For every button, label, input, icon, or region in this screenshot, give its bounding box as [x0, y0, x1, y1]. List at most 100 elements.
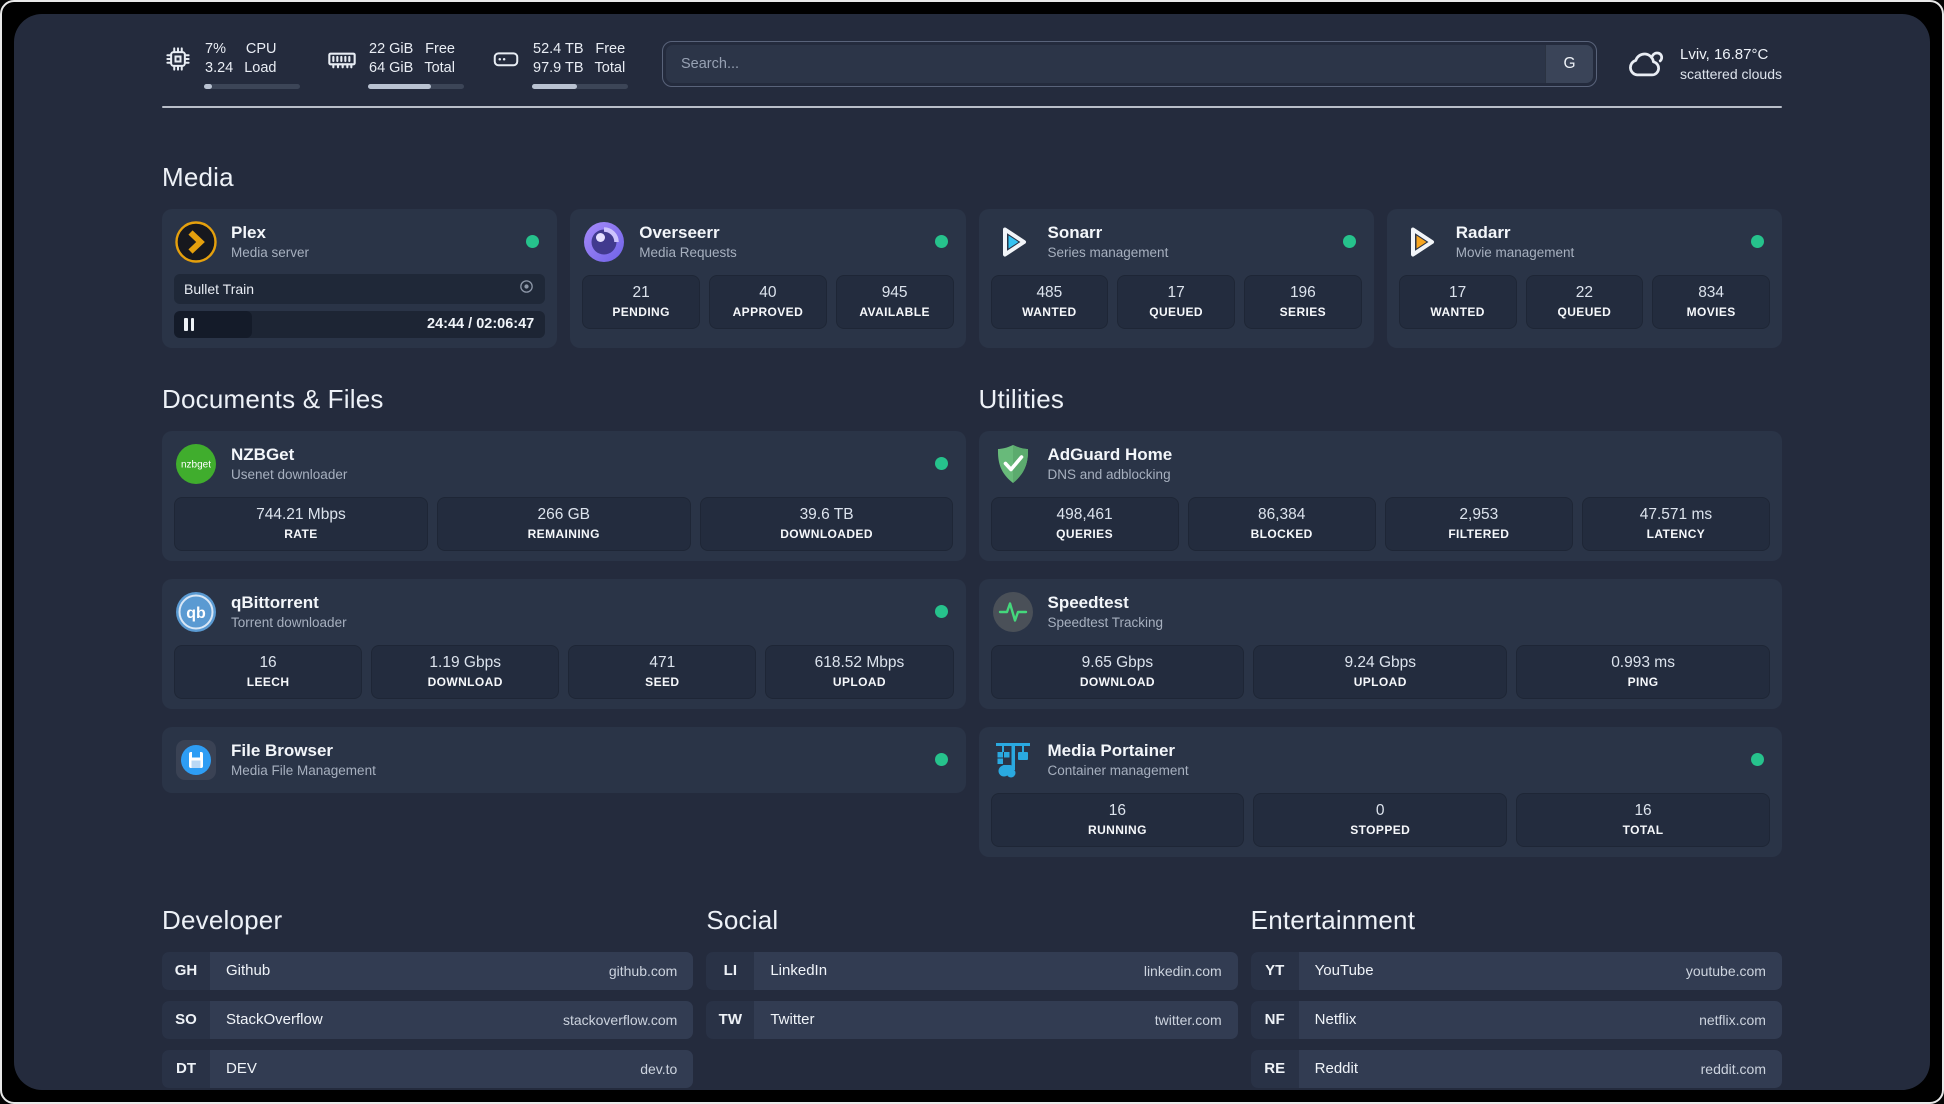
stat-label: DOWNLOAD — [427, 674, 503, 689]
link-url: twitter.com — [1154, 1011, 1222, 1028]
stat-label: QUEUED — [1149, 304, 1203, 319]
section-title-developer: Developer — [162, 904, 283, 935]
section-title-entertainment: Entertainment — [1250, 904, 1416, 935]
link-tag: SO — [162, 1000, 210, 1039]
link-url: netflix.com — [1699, 1011, 1766, 1028]
disk-icon — [490, 44, 522, 74]
stat-box: 834 MOVIES — [1652, 274, 1770, 329]
stat-box: 17 QUEUED — [1117, 274, 1235, 329]
app-card-plex[interactable]: Plex Media server Bullet Train 24:44 / 0… — [162, 208, 558, 348]
weather-condition: scattered clouds — [1680, 66, 1782, 83]
stat-box: 196 SERIES — [1244, 274, 1362, 329]
stat-value: 47.571 ms — [1639, 505, 1713, 523]
cpu-stat: 7% 3.24 CPU Load — [162, 40, 300, 89]
app-card-adguard[interactable]: AdGuard Home DNS and adblocking 498,461 … — [978, 430, 1782, 561]
stat-box: 16 TOTAL — [1516, 792, 1770, 847]
app-card-speedtest[interactable]: Speedtest Speedtest Tracking 9.65 Gbps D… — [978, 578, 1782, 709]
stat-label: FILTERED — [1448, 526, 1510, 541]
stat-label: RUNNING — [1088, 822, 1147, 837]
app-name: Speedtest — [1047, 593, 1129, 613]
app-card-qbittorrent[interactable]: qb qBittorrent Torrent downloader 16 LEE… — [162, 578, 966, 709]
app-card-filebrowser[interactable]: File Browser Media File Management — [162, 726, 966, 793]
disk-total-label: Total — [594, 59, 626, 76]
search-engine-button[interactable]: G — [1545, 45, 1594, 84]
link-name: Github — [226, 962, 271, 980]
stat-box: 2,953 FILTERED — [1384, 496, 1573, 551]
stat-value: 16 — [1108, 801, 1127, 819]
link-row-stackoverflow[interactable]: SO StackOverflow stackoverflow.com — [162, 1000, 694, 1039]
link-tag: YT — [1250, 951, 1299, 990]
dashboard: 7% 3.24 CPU Load 22 GiB 64 GiB Free Tota… — [14, 14, 1930, 1090]
svg-text:nzbget: nzbget — [181, 459, 211, 470]
app-name: File Browser — [231, 741, 334, 761]
app-description: Torrent downloader — [231, 615, 347, 631]
app-card-portainer[interactable]: Media Portainer Container management 16 … — [978, 726, 1782, 857]
stat-value: 744.21 Mbps — [256, 505, 346, 523]
memory-total-label: Total — [424, 59, 455, 76]
disk-free-value: 52.4 TB — [533, 41, 584, 57]
stat-value: 618.52 Mbps — [814, 653, 905, 671]
link-row-twitter[interactable]: TW Twitter twitter.com — [706, 1000, 1238, 1039]
link-row-github[interactable]: GH Github github.com — [162, 951, 694, 990]
link-tag: TW — [706, 1000, 755, 1039]
stat-box: 744.21 Mbps RATE — [174, 496, 428, 551]
app-description: Container management — [1047, 763, 1189, 779]
memory-progress-track — [368, 83, 464, 89]
stat-box: 945 AVAILABLE — [835, 274, 954, 329]
app-card-overseerr[interactable]: Overseerr Media Requests 21 PENDING 40 A… — [570, 208, 966, 348]
app-name: Plex — [231, 223, 266, 243]
app-card-sonarr[interactable]: Sonarr Series management 485 WANTED 17 Q… — [978, 208, 1374, 348]
search-bar: G — [662, 41, 1598, 88]
stat-value: 1.19 Gbps — [429, 653, 501, 671]
stat-box: 471 SEED — [568, 644, 757, 699]
stat-value: 0.993 ms — [1611, 653, 1675, 671]
stat-value: 17 — [1449, 283, 1467, 301]
filebrowser-icon — [174, 738, 218, 782]
link-row-dev[interactable]: DT DEV dev.to — [162, 1049, 694, 1088]
app-card-radarr[interactable]: Radarr Movie management 17 WANTED 22 QUE… — [1386, 208, 1782, 348]
link-row-reddit[interactable]: RE Reddit reddit.com — [1250, 1049, 1782, 1088]
app-description: Speedtest Tracking — [1047, 615, 1164, 631]
pause-button[interactable] — [174, 310, 252, 338]
link-url: dev.to — [640, 1060, 678, 1077]
adguard-icon — [991, 442, 1035, 486]
search-input[interactable] — [666, 45, 1546, 84]
status-dot-online — [934, 457, 948, 471]
link-row-youtube[interactable]: YT YouTube youtube.com — [1250, 951, 1782, 990]
link-row-linkedin[interactable]: LI LinkedIn linkedin.com — [706, 951, 1238, 990]
stat-box: 498,461 QUERIES — [990, 496, 1179, 551]
app-description: DNS and adblocking — [1047, 467, 1171, 483]
memory-icon — [326, 43, 358, 75]
link-tag: RE — [1250, 1049, 1299, 1088]
app-name: Radarr — [1455, 223, 1511, 243]
now-playing-bar: Bullet Train — [174, 273, 546, 304]
portainer-icon — [991, 738, 1035, 782]
radarr-icon — [1399, 220, 1443, 264]
system-stats: 7% 3.24 CPU Load 22 GiB 64 GiB Free Tota… — [162, 40, 628, 89]
disk-total-value: 97.9 TB — [533, 59, 584, 76]
link-url: reddit.com — [1700, 1060, 1766, 1077]
stat-label: PING — [1627, 674, 1659, 689]
stat-box: 40 APPROVED — [709, 274, 827, 329]
disk-progress-track — [532, 83, 628, 89]
now-playing-title: Bullet Train — [184, 280, 255, 297]
svg-text:qb: qb — [186, 605, 206, 622]
stat-value: 945 — [881, 283, 908, 301]
stat-value: 834 — [1698, 283, 1725, 301]
cpu-icon — [162, 44, 194, 74]
cpu-usage-value: 7% — [205, 41, 226, 57]
section-title-utilities: Utilities — [978, 383, 1065, 414]
app-card-nzbget[interactable]: nzbget NZBGet Usenet downloader 744.21 M… — [162, 430, 966, 561]
stat-label: TOTAL — [1622, 822, 1664, 837]
memory-free-label: Free — [425, 41, 455, 57]
link-name: StackOverflow — [226, 1011, 323, 1029]
utilities-column: Utilities AdGuard Home DNS and adblockin… — [978, 383, 1782, 857]
links-column-developer: Developer GH Github github.com SO StackO… — [162, 904, 694, 1088]
link-row-netflix[interactable]: NF Netflix netflix.com — [1250, 1000, 1782, 1039]
session-icon — [518, 278, 535, 300]
link-tag: GH — [162, 951, 210, 990]
app-description: Usenet downloader — [231, 467, 348, 483]
link-name: YouTube — [1314, 962, 1374, 980]
app-name: qBittorrent — [231, 593, 319, 613]
memory-free-value: 22 GiB — [369, 41, 414, 57]
